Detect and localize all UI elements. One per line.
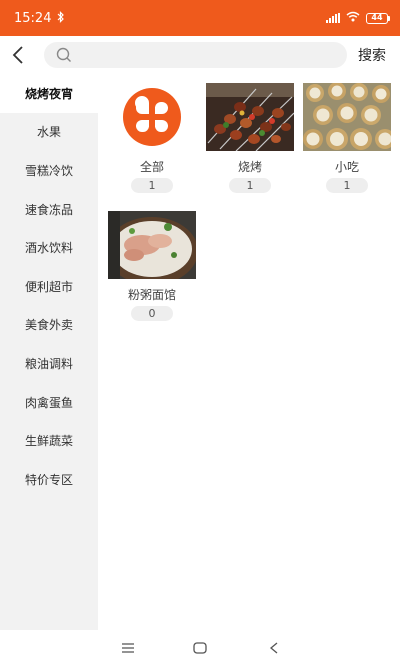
category-grid: 全部 1 烧烤 1 小吃 1 粉粥面馆 0: [98, 74, 400, 630]
category-card-snacks[interactable]: 小吃 1: [303, 83, 391, 193]
category-count: 1: [229, 178, 271, 193]
system-back-button[interactable]: [264, 638, 284, 658]
sidebar-item-beverages[interactable]: 酒水饮料: [0, 228, 98, 267]
menu-icon: [122, 643, 134, 653]
sidebar-item-frozen-food[interactable]: 速食冻品: [0, 190, 98, 229]
search-icon: [56, 47, 71, 62]
category-name: 粉粥面馆: [127, 288, 176, 302]
category-count: 0: [131, 306, 173, 321]
recent-apps-button[interactable]: [118, 638, 138, 658]
sidebar-item-food-delivery[interactable]: 美食外卖: [0, 306, 98, 345]
sidebar-item-meat-egg-fish[interactable]: 肉禽蛋鱼: [0, 383, 98, 422]
category-count: 1: [326, 178, 368, 193]
barbecue-photo: [206, 83, 294, 151]
sidebar-item-fresh-vegetables[interactable]: 生鲜蔬菜: [0, 421, 98, 460]
category-name: 烧烤: [237, 160, 262, 174]
home-button[interactable]: [190, 638, 210, 658]
search-box[interactable]: [44, 42, 347, 68]
search-input[interactable]: [76, 47, 336, 63]
back-arrow-icon: [12, 46, 23, 64]
back-button[interactable]: [0, 36, 36, 74]
category-count: 1: [131, 178, 173, 193]
system-nav-bar: [0, 630, 400, 666]
sidebar-item-fruit[interactable]: 水果: [0, 113, 98, 152]
category-name: 全部: [139, 160, 164, 174]
noodle-porridge-photo: [108, 211, 196, 279]
back-triangle-icon: [269, 642, 278, 654]
sidebar-item-ice-cream-drinks[interactable]: 雪糕冷饮: [0, 151, 98, 190]
category-sidebar: 烧烤夜宵 水果 雪糕冷饮 速食冻品 酒水饮料 便利超市 美食外卖 粮油调料 肉禽…: [0, 74, 98, 630]
search-button[interactable]: 搜索: [358, 45, 386, 65]
sidebar-item-convenience-store[interactable]: 便利超市: [0, 267, 98, 306]
sidebar-item-special-offers[interactable]: 特价专区: [0, 460, 98, 499]
signal-icon: [326, 13, 340, 23]
category-name: 小吃: [334, 160, 359, 174]
wifi-icon: [346, 11, 360, 26]
search-header: 搜索: [0, 36, 400, 74]
home-icon: [193, 642, 207, 654]
all-categories-icon: [108, 83, 196, 151]
status-time: 15:24: [14, 10, 52, 26]
battery-level: 44: [366, 12, 388, 24]
sidebar-item-grain-oil[interactable]: 粮油调料: [0, 344, 98, 383]
snacks-photo: [303, 83, 391, 151]
category-card-noodle-porridge[interactable]: 粉粥面馆 0: [108, 211, 196, 321]
category-card-all[interactable]: 全部 1: [108, 83, 196, 193]
battery-icon: 44: [366, 12, 390, 24]
category-card-barbecue[interactable]: 烧烤 1: [206, 83, 294, 193]
sidebar-item-bbq-night-snack[interactable]: 烧烤夜宵: [0, 74, 98, 113]
bluetooth-icon: [57, 10, 65, 26]
status-bar: 15:24 44: [0, 0, 400, 36]
